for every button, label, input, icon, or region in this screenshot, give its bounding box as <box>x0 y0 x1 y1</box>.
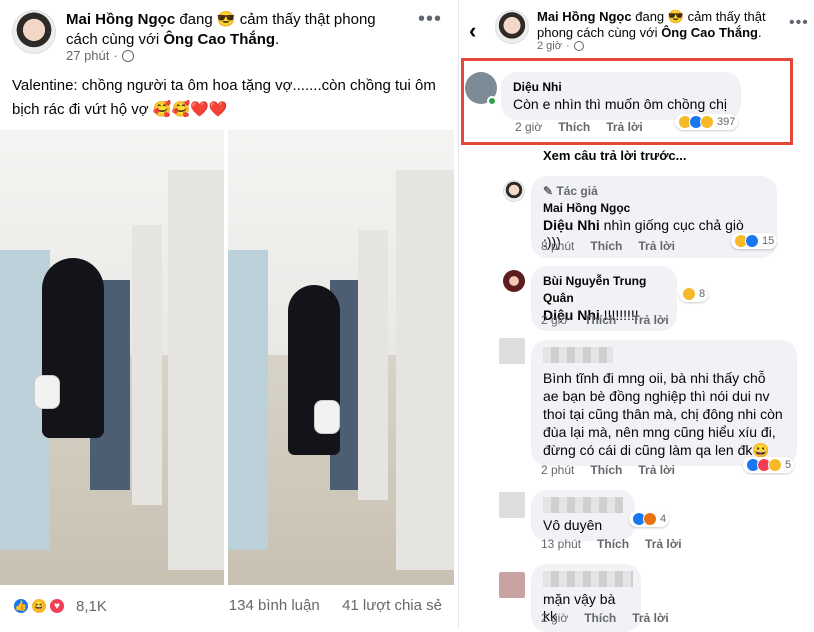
comment-text: Vô duyên <box>543 517 603 533</box>
comment-reactions[interactable]: 8 <box>679 286 709 302</box>
haha-icon <box>768 458 782 472</box>
comment-time[interactable]: 8 phút <box>541 239 574 253</box>
comment-bubble: Vô duyên <box>531 490 635 541</box>
post-time-right[interactable]: 2 giờ <box>537 40 562 52</box>
like-button[interactable]: Thích <box>590 463 622 477</box>
view-previous-replies[interactable]: Xem câu trả lời trước... <box>543 148 687 163</box>
online-indicator <box>487 96 497 106</box>
like-button[interactable]: Thích <box>584 313 616 327</box>
post-header: Mai Hồng Ngọc đang 😎 cảm thấy thật phong… <box>66 10 406 50</box>
comment-actions: 2 giờ Thích Trả lời <box>515 120 643 134</box>
period-right: . <box>757 25 762 40</box>
comment-actions: 2 phút Thích Trả lời <box>541 463 675 477</box>
author-avatar[interactable] <box>12 10 56 54</box>
commenter-name[interactable]: Bùi Nguyễn Trung Quân <box>543 273 665 307</box>
comment-time[interactable]: 13 phút <box>541 537 581 551</box>
blurred-avatar[interactable] <box>499 492 525 518</box>
reply-button[interactable]: Trả lời <box>632 313 669 327</box>
post-left: Mai Hồng Ngọc đang 😎 cảm thấy thật phong… <box>0 0 454 628</box>
author-reply-avatar[interactable] <box>503 180 525 202</box>
comment-bubble: Bình tĩnh đi mng oii, bà nhi thấy chỗ ae… <box>531 340 797 466</box>
love-icon: ♥ <box>48 597 66 615</box>
more-options-icon-right[interactable]: ••• <box>789 14 809 32</box>
reaction-count: 8 <box>699 288 706 300</box>
mention[interactable]: Diệu Nhi <box>543 217 600 233</box>
reply-button[interactable]: Trả lời <box>645 537 682 551</box>
commenter-name[interactable]: Mai Hồng Ngọc <box>543 200 765 217</box>
author-name-right[interactable]: Mai Hồng Ngọc <box>537 9 632 24</box>
blurred-name <box>543 347 613 363</box>
comment-reactions[interactable]: 4 <box>629 511 670 527</box>
post-text: Valentine: chồng người ta ôm hoa tặng vợ… <box>12 77 436 118</box>
tagged-name[interactable]: Ông Cao Thắng <box>163 31 275 48</box>
comment-time[interactable]: 2 giờ <box>541 313 568 327</box>
post-counts: 134 bình luận 41 lượt chia sẻ <box>229 597 442 614</box>
reply-button[interactable]: Trả lời <box>632 611 669 625</box>
commenter-avatar[interactable] <box>503 270 525 292</box>
comment-reactions[interactable]: 15 <box>731 233 778 249</box>
comment-time[interactable]: 2 giờ <box>541 611 568 625</box>
comment-reactions[interactable]: 397 <box>675 114 739 130</box>
dot-separator-right: · <box>565 40 570 52</box>
post-meta-right: 2 giờ · <box>537 40 584 52</box>
reaction-count: 8,1K <box>76 597 107 615</box>
reply-button[interactable]: Trả lời <box>638 463 675 477</box>
reaction-count: 397 <box>717 116 736 128</box>
blurred-name <box>543 571 633 587</box>
globe-icon <box>121 49 134 62</box>
globe-icon <box>573 41 584 51</box>
commenter-name[interactable]: Diệu Nhi <box>513 79 729 96</box>
tagged-name-right[interactable]: Ông Cao Thắng <box>661 25 758 40</box>
comment-bubble: Diệu Nhi Còn e nhìn thì muốn ôm chồng ch… <box>501 72 741 120</box>
like-icon <box>745 234 759 248</box>
comment-actions: 2 giờ Thích Trả lời <box>541 313 669 327</box>
back-arrow-icon[interactable]: ‹ <box>469 18 476 44</box>
dot-separator: · <box>113 48 118 63</box>
author-tag: ✎ Tác giả <box>543 184 598 198</box>
reply-button[interactable]: Trả lời <box>638 239 675 253</box>
like-button[interactable]: Thích <box>590 239 622 253</box>
blurred-name <box>543 497 623 513</box>
comments-panel: ‹ Mai Hồng Ngọc đang 😎 cảm thấy thật pho… <box>458 0 814 632</box>
comment-actions: 8 phút Thích Trả lời <box>541 239 675 253</box>
like-button[interactable]: Thích <box>584 611 616 625</box>
angry-icon <box>643 512 657 526</box>
comment-text: Bình tĩnh đi mng oii, bà nhi thấy chỗ ae… <box>543 370 783 458</box>
comment-time[interactable]: 2 giờ <box>515 120 542 134</box>
haha-icon <box>682 287 696 301</box>
share-count[interactable]: 41 lượt chia sẻ <box>342 597 442 614</box>
period: . <box>275 31 280 48</box>
post-header-right: Mai Hồng Ngọc đang 😎 cảm thấy thật phong… <box>537 9 777 41</box>
blurred-avatar[interactable] <box>499 572 525 598</box>
post-meta: 27 phút · <box>66 48 134 63</box>
comment-reactions[interactable]: 5 <box>743 457 795 473</box>
reaction-count: 4 <box>660 513 667 525</box>
comment-text: Còn e nhìn thì muốn ôm chồng chị <box>513 96 728 112</box>
reaction-summary[interactable]: 👍 😆 ♥ 8,1K <box>12 597 107 615</box>
author-avatar-small[interactable] <box>495 10 529 44</box>
post-time[interactable]: 27 phút <box>66 48 109 63</box>
post-photo-1[interactable] <box>0 130 224 585</box>
post-photo-2[interactable] <box>228 130 454 585</box>
like-button[interactable]: Thích <box>597 537 629 551</box>
reaction-count: 5 <box>785 459 792 471</box>
blurred-avatar[interactable] <box>499 338 525 364</box>
haha-icon: 😆 <box>30 597 48 615</box>
comment-actions: 13 phút Thích Trả lời <box>541 537 682 551</box>
reaction-count: 15 <box>762 235 775 247</box>
like-button[interactable]: Thích <box>558 120 590 134</box>
author-name[interactable]: Mai Hồng Ngọc <box>66 11 175 28</box>
sad-icon <box>700 115 714 129</box>
comment-count[interactable]: 134 bình luận <box>229 597 320 614</box>
comment-actions: 2 giờ Thích Trả lời <box>541 611 669 625</box>
comment-time[interactable]: 2 phút <box>541 463 574 477</box>
like-icon: 👍 <box>12 597 30 615</box>
reply-button[interactable]: Trả lời <box>606 120 643 134</box>
more-options-icon[interactable]: ••• <box>418 8 442 31</box>
